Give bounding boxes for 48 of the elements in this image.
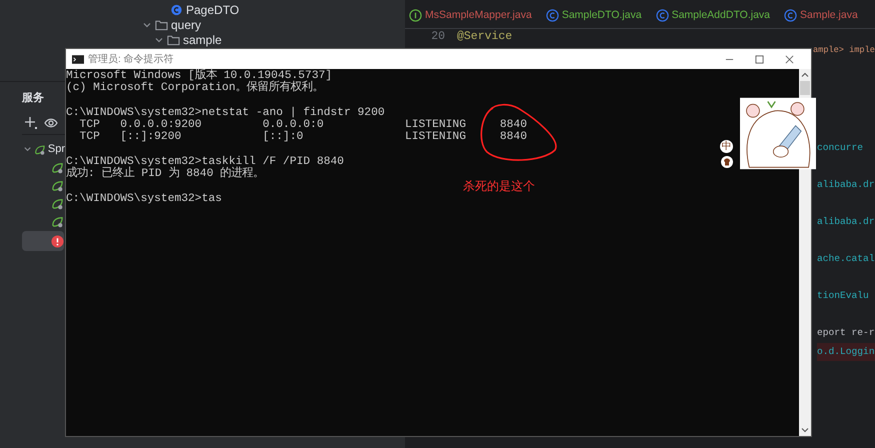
code-line: alibaba.dr xyxy=(817,215,875,229)
code-line: concurre xyxy=(817,141,864,155)
console-line: 成功: 已终止 PID 为 8840 的进程。 xyxy=(66,168,264,180)
console-icon xyxy=(72,54,84,64)
code-line: ample> imple xyxy=(813,45,875,55)
console-line: (c) Microsoft Corporation。保留所有权利。 xyxy=(66,82,324,94)
tree-item[interactable]: query xyxy=(171,18,202,32)
service-item[interactable]: Spr xyxy=(48,143,65,155)
code-line: eport re-r xyxy=(817,326,875,340)
line-number: 20 xyxy=(430,30,446,42)
eye-icon[interactable] xyxy=(44,116,58,130)
folder-icon xyxy=(155,18,168,30)
console-line: Microsoft Windows [版本 10.0.19045.5737] xyxy=(66,70,332,82)
class-icon xyxy=(784,8,798,22)
leaf-icon xyxy=(51,160,64,174)
panel-title: 服务 xyxy=(22,90,44,104)
code-line: ache.catal xyxy=(817,252,875,266)
editor-tab[interactable]: MsSampleMapper.java xyxy=(409,8,532,22)
folder-icon xyxy=(167,34,180,46)
service-row[interactable] xyxy=(22,231,64,251)
shirt-icon[interactable] xyxy=(721,156,733,168)
add-icon[interactable] xyxy=(24,116,38,130)
code-line: @Service xyxy=(457,30,512,42)
leaf-icon xyxy=(51,178,64,192)
maximize-icon[interactable] xyxy=(755,54,764,64)
editor-tab[interactable]: SampleAddDTO.java xyxy=(656,8,770,22)
annotation-text: 杀死的是这个 xyxy=(463,178,535,195)
close-icon[interactable] xyxy=(785,54,794,64)
editor-tab[interactable]: SampleDTO.java xyxy=(546,8,642,22)
window-title: 管理员: 命令提示符 xyxy=(88,53,174,66)
tree-item[interactable]: PageDTO xyxy=(186,2,240,16)
class-icon xyxy=(170,4,183,16)
console-line: C:\WINDOWS\system32>netstat -ano | findstr 9200 xyxy=(66,106,385,119)
tree-item[interactable]: sample xyxy=(183,32,222,46)
code-line: tionEvalu xyxy=(817,289,870,303)
editor-tab[interactable]: Sample.java xyxy=(784,8,858,22)
class-icon xyxy=(656,8,669,22)
error-icon xyxy=(51,234,64,248)
console-line: TCP 0.0.0.0:9200 0.0.0.0:0 LISTENING 8840 xyxy=(78,119,527,132)
leaf-icon xyxy=(51,214,64,228)
interface-icon xyxy=(409,8,422,22)
scroll-thumb[interactable] xyxy=(800,81,810,95)
leaf-icon xyxy=(34,142,46,156)
class-icon xyxy=(546,8,559,22)
code-line: alibaba.dr xyxy=(817,178,875,192)
console-line: C:\WINDOWS\system32>tas xyxy=(66,192,222,205)
console-line: TCP [::]:9200 [::]:0 LISTENING 8840 xyxy=(78,131,527,144)
leaf-icon xyxy=(51,196,64,210)
